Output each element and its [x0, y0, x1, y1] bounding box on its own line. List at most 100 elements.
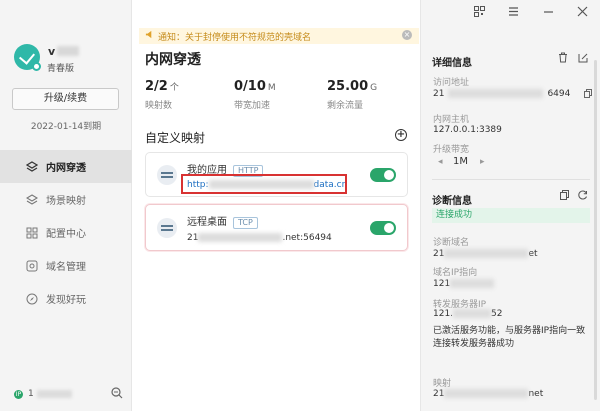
- globe-icon: [26, 260, 38, 272]
- footer-ip-redacted: [36, 390, 72, 398]
- stat-mappings: 2/2 个 映射数: [145, 79, 179, 111]
- username-redacted: [57, 46, 79, 56]
- address-suffix: 6494: [547, 89, 571, 99]
- host-value: 127.0.0.1:3389: [433, 125, 502, 135]
- diagnosis-title: 诊断信息: [432, 196, 472, 207]
- close-window-icon[interactable]: [577, 6, 588, 20]
- connection-status: 连接成功: [432, 208, 590, 223]
- bandwidth-increase-icon[interactable]: ▸: [480, 157, 485, 167]
- mapping-toggle[interactable]: [370, 168, 396, 182]
- value-prefix: 21: [433, 249, 445, 259]
- address-redacted: [198, 233, 283, 242]
- stat-bandwidth: 0/10 M 带宽加速: [234, 79, 276, 111]
- access-address-label: 访问地址: [433, 78, 470, 88]
- stat-value: 2/2: [145, 79, 168, 94]
- menu-icon[interactable]: [508, 6, 519, 20]
- sidebar-item-config[interactable]: 配置中心: [0, 216, 132, 249]
- ip-icon: IP: [14, 389, 23, 399]
- mapping-icon: [157, 218, 177, 238]
- value-redacted: [450, 279, 495, 288]
- address-suffix: .net:56494: [282, 233, 332, 243]
- sidebar-nav: 内网穿透 场景映射 配置中心 域名管理 发现好玩: [0, 150, 132, 315]
- sidebar-item-label: 内网穿透: [46, 163, 86, 174]
- page-title: 内网穿透: [145, 52, 201, 68]
- scene-icon: [26, 193, 38, 206]
- sidebar-item-scene[interactable]: 场景映射: [0, 183, 132, 216]
- host-label: 内网主机: [433, 115, 470, 125]
- mapping-address: 21 .net:56494: [187, 233, 332, 243]
- username: v: [48, 45, 56, 58]
- compass-icon: [26, 293, 38, 305]
- mapping-toggle[interactable]: [370, 221, 396, 235]
- stat-label: 映射数: [145, 101, 173, 111]
- value-redacted: [444, 389, 529, 398]
- bandwidth-decrease-icon[interactable]: ◂: [438, 157, 443, 167]
- sidebar-item-label: 配置中心: [46, 229, 86, 240]
- grid-icon: [26, 227, 38, 239]
- diag-ip-value: 121: [433, 279, 495, 289]
- edit-icon[interactable]: [578, 52, 588, 66]
- stat-label: 剩余流量: [327, 101, 364, 111]
- sidebar-item-label: 发现好玩: [46, 295, 86, 306]
- notice-text: 通知：关于封停使用不符规范的壳域名: [158, 32, 312, 43]
- value-suffix: 52: [491, 309, 503, 319]
- bandwidth-label: 升级带宽: [433, 145, 470, 155]
- value-prefix: 121: [433, 279, 451, 289]
- value-prefix: 21: [433, 389, 445, 399]
- sidebar-item-domain[interactable]: 域名管理: [0, 249, 132, 282]
- diag-description: 已激活服务功能，与服务器IP指向一致连接转发服务器成功: [433, 326, 586, 349]
- bandwidth-value: 1M: [453, 156, 468, 167]
- value-redacted: [453, 309, 492, 318]
- value-prefix: 121.: [433, 309, 454, 319]
- sidebar-item-discover[interactable]: 发现好玩: [0, 282, 132, 315]
- mapping-name-text: 远程桌面: [187, 217, 227, 228]
- diag-mapping-label: 映射: [433, 379, 452, 389]
- qr-code-icon[interactable]: [474, 6, 485, 20]
- sidebar: v 青春版 升级/续费 2022-01-14到期 内网穿透 场景映射 配置中心: [0, 0, 132, 411]
- section-title: 自定义映射: [145, 131, 206, 145]
- verified-badge-icon: [32, 62, 41, 71]
- mapping-icon: [157, 165, 177, 185]
- tunnel-icon: [26, 160, 38, 173]
- upgrade-button[interactable]: 升级/续费: [12, 88, 119, 110]
- delete-icon[interactable]: [558, 52, 568, 66]
- stat-value: 0/10: [234, 79, 266, 94]
- mapping-card[interactable]: 远程桌面 TCP 21 .net:56494: [145, 204, 408, 251]
- access-address-value: 21 6494: [433, 89, 570, 99]
- copy-icon[interactable]: [584, 89, 592, 101]
- stat-label: 带宽加速: [234, 101, 271, 111]
- diag-domain-value: 21 et: [433, 249, 538, 259]
- address-prefix: 21: [433, 89, 445, 99]
- highlight-annotation: [181, 174, 347, 194]
- diag-forward-value: 121. 52: [433, 309, 503, 319]
- diag-mapping-value: 21 net: [433, 389, 543, 399]
- close-icon[interactable]: ×: [402, 30, 412, 40]
- sidebar-item-label: 域名管理: [46, 262, 86, 273]
- copy-icon[interactable]: [560, 190, 569, 203]
- edition-label: 青春版: [47, 64, 75, 74]
- value-suffix: net: [528, 389, 544, 399]
- sidebar-item-tunnel[interactable]: 内网穿透: [0, 150, 132, 183]
- scrollbar[interactable]: [594, 60, 597, 400]
- address-prefix: 21: [187, 233, 199, 243]
- refresh-icon[interactable]: [578, 190, 588, 203]
- zoom-out-icon[interactable]: [111, 387, 123, 402]
- divider: [432, 179, 590, 180]
- notice-bar[interactable]: 通知：关于封停使用不符规范的壳域名 ×: [139, 28, 419, 44]
- minimize-icon[interactable]: [543, 6, 554, 20]
- stat-unit: G: [370, 83, 378, 93]
- stat-traffic: 25.00 G 剩余流量: [327, 79, 377, 111]
- footer-ip: 1: [28, 389, 34, 399]
- value-suffix: et: [528, 249, 538, 259]
- mapping-name: 远程桌面 TCP: [187, 213, 258, 229]
- sidebar-item-label: 场景映射: [46, 196, 86, 207]
- address-redacted: [448, 89, 544, 98]
- expiry-date: 2022-01-14到期: [30, 122, 102, 132]
- stat-unit: 个: [169, 83, 179, 93]
- diag-ip-label: 域名IP指向: [433, 268, 478, 278]
- footer-user: IP 1: [14, 389, 72, 399]
- megaphone-icon: [145, 30, 154, 42]
- value-redacted: [444, 249, 529, 258]
- add-mapping-icon[interactable]: +: [395, 129, 407, 141]
- diag-domain-label: 诊断域名: [433, 238, 470, 248]
